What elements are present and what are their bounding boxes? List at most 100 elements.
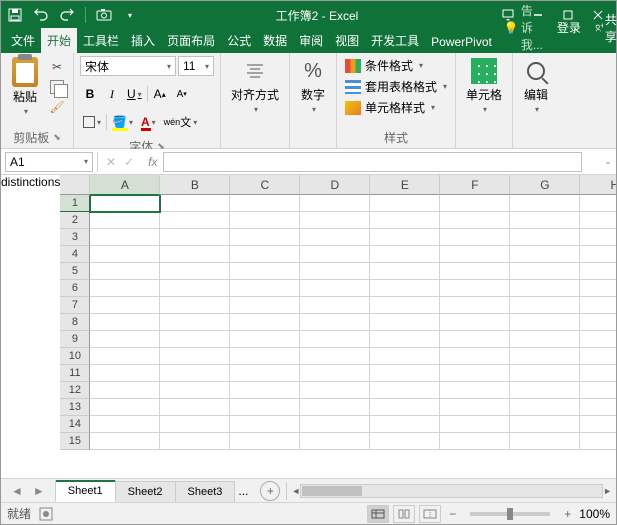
hscroll-thumb[interactable] <box>302 486 362 496</box>
cell[interactable] <box>300 348 370 365</box>
cell[interactable] <box>160 195 230 212</box>
clipboard-launcher-icon[interactable]: ⬊ <box>53 132 61 143</box>
cell[interactable] <box>370 297 440 314</box>
row-header[interactable]: 8 <box>60 314 90 331</box>
cell[interactable] <box>90 263 160 280</box>
cell[interactable] <box>580 382 616 399</box>
camera-icon[interactable] <box>94 5 114 25</box>
col-header[interactable]: D <box>300 175 370 195</box>
decrease-font-button[interactable]: A▾ <box>172 84 192 104</box>
cell[interactable] <box>510 433 580 450</box>
cell[interactable] <box>370 280 440 297</box>
cell[interactable] <box>300 365 370 382</box>
cell[interactable] <box>580 263 616 280</box>
cell[interactable] <box>300 212 370 229</box>
cell[interactable] <box>300 399 370 416</box>
cell[interactable] <box>90 416 160 433</box>
cell[interactable] <box>230 314 300 331</box>
cell[interactable] <box>370 314 440 331</box>
tab-view[interactable]: 视图 <box>329 28 365 53</box>
underline-button[interactable]: U▾ <box>124 84 145 104</box>
cell[interactable] <box>580 331 616 348</box>
expand-formula-bar-button[interactable]: ⌄ <box>600 156 616 167</box>
zoom-slider[interactable] <box>470 512 550 516</box>
cell[interactable] <box>440 314 510 331</box>
sheet-tab[interactable]: Sheet3 <box>175 481 236 502</box>
cell[interactable] <box>300 195 370 212</box>
row-header[interactable]: 3 <box>60 229 90 246</box>
italic-button[interactable]: I <box>102 84 122 104</box>
cell[interactable] <box>300 297 370 314</box>
login-button[interactable]: 登录 <box>551 15 587 40</box>
tab-power[interactable]: PowerPivot <box>425 31 498 53</box>
cell[interactable] <box>580 348 616 365</box>
cell[interactable] <box>230 382 300 399</box>
cell[interactable] <box>230 280 300 297</box>
conditional-format-button[interactable]: 条件格式 ▾ <box>343 56 449 75</box>
cell[interactable] <box>300 433 370 450</box>
number-format-button[interactable]: %数字▾ <box>296 56 330 116</box>
cell[interactable] <box>440 365 510 382</box>
cell[interactable] <box>160 365 230 382</box>
cell[interactable] <box>230 297 300 314</box>
share-button[interactable]: +共享 <box>589 11 617 45</box>
cell[interactable] <box>160 280 230 297</box>
sheet-tab[interactable]: Sheet2 <box>115 481 176 502</box>
cell[interactable] <box>160 263 230 280</box>
font-size-select[interactable]: 11▾ <box>178 56 214 76</box>
tab-file[interactable]: 文件 <box>5 28 41 53</box>
cell[interactable] <box>90 246 160 263</box>
cut-button[interactable]: ✂ <box>47 58 67 76</box>
cell[interactable] <box>160 297 230 314</box>
horizontal-scrollbar[interactable]: ◄ ► <box>291 483 612 499</box>
cell[interactable] <box>370 399 440 416</box>
cell[interactable] <box>160 229 230 246</box>
cell[interactable] <box>440 280 510 297</box>
cell[interactable] <box>440 331 510 348</box>
sheet-nav-prev[interactable]: ◄ <box>7 484 27 498</box>
row-header[interactable]: 6 <box>60 280 90 297</box>
qat-customize-icon[interactable]: ▾ <box>120 5 140 25</box>
row-header[interactable]: 13 <box>60 399 90 416</box>
cell[interactable] <box>510 212 580 229</box>
cell[interactable] <box>440 212 510 229</box>
phonetic-button[interactable]: wén文▾ <box>161 112 201 132</box>
cell[interactable] <box>580 399 616 416</box>
cell[interactable] <box>90 348 160 365</box>
tell-me[interactable]: 💡 告诉我... <box>498 2 549 53</box>
cell[interactable] <box>580 246 616 263</box>
cell[interactable] <box>300 331 370 348</box>
col-header[interactable]: F <box>440 175 510 195</box>
cell[interactable] <box>580 229 616 246</box>
zoom-level[interactable]: 100% <box>579 507 610 521</box>
cell[interactable] <box>510 314 580 331</box>
save-icon[interactable] <box>5 5 25 25</box>
cell[interactable] <box>160 314 230 331</box>
cell[interactable] <box>230 331 300 348</box>
cell[interactable] <box>580 416 616 433</box>
cell[interactable] <box>300 416 370 433</box>
cell[interactable] <box>160 382 230 399</box>
view-page-break-button[interactable] <box>419 505 441 523</box>
col-header[interactable]: H <box>580 175 616 195</box>
cell[interactable] <box>90 331 160 348</box>
scroll-right-button[interactable]: ► <box>603 483 612 499</box>
cell[interactable] <box>160 212 230 229</box>
cell[interactable] <box>440 416 510 433</box>
cell[interactable] <box>90 314 160 331</box>
cell[interactable] <box>160 433 230 450</box>
cell[interactable] <box>440 382 510 399</box>
cell[interactable] <box>440 195 510 212</box>
cell[interactable] <box>510 399 580 416</box>
row-header[interactable]: 10 <box>60 348 90 365</box>
tab-developer[interactable]: 开发工具 <box>365 28 425 53</box>
col-header[interactable]: G <box>510 175 580 195</box>
col-header[interactable]: A <box>90 175 160 195</box>
cell[interactable] <box>370 365 440 382</box>
row-header[interactable]: 5 <box>60 263 90 280</box>
cell[interactable] <box>510 348 580 365</box>
undo-icon[interactable] <box>31 5 51 25</box>
cell[interactable] <box>370 382 440 399</box>
row-header[interactable]: 2 <box>60 212 90 229</box>
redo-icon[interactable] <box>57 5 77 25</box>
